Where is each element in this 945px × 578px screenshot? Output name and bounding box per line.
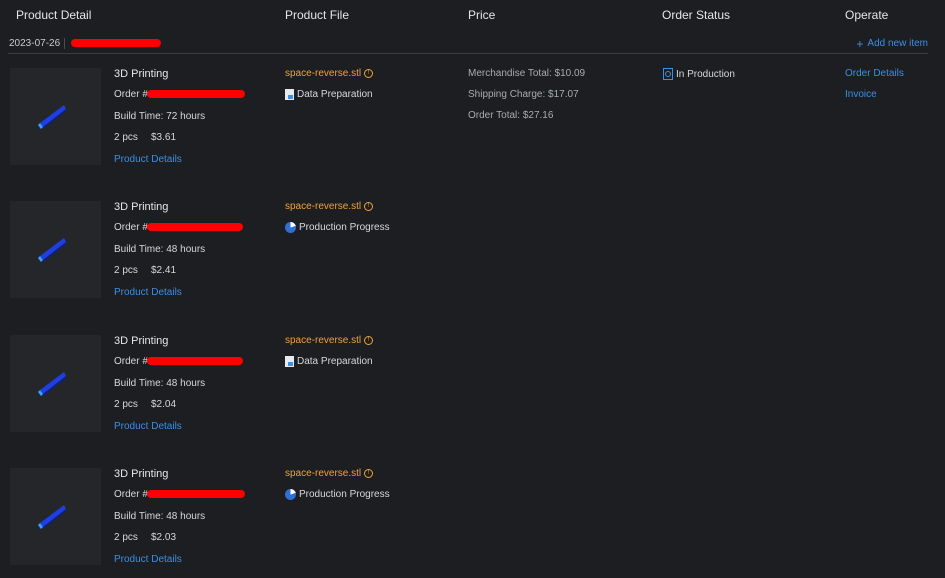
file-name: space-reverse.stl xyxy=(285,68,362,79)
part-model-icon xyxy=(38,505,66,529)
order-status: In Production xyxy=(663,68,735,80)
unit-price: $3.61 xyxy=(151,132,177,143)
product-file-link[interactable]: space-reverse.stl ! xyxy=(285,468,374,479)
operate-actions: Order Details Invoice xyxy=(845,68,904,110)
pie-chart-icon xyxy=(285,489,296,500)
redacted-order-number xyxy=(71,39,161,47)
order-total: Order Total: $27.16 xyxy=(468,110,554,121)
product-details-link[interactable]: Product Details xyxy=(114,154,182,165)
file-status-label: Data Preparation xyxy=(297,89,373,100)
invoice-link[interactable]: Invoice xyxy=(845,89,904,110)
part-model-icon xyxy=(38,238,66,262)
redacted-order-number xyxy=(147,223,243,231)
file-status-label: Production Progress xyxy=(299,222,390,233)
plus-icon: + xyxy=(856,36,864,51)
info-icon[interactable]: ! xyxy=(364,69,374,78)
order-number: Order #: xyxy=(114,222,243,233)
divider xyxy=(64,38,65,49)
order-number: Order #: xyxy=(114,89,245,100)
column-header-order-status: Order Status xyxy=(662,8,731,22)
pie-chart-icon xyxy=(285,222,296,233)
file-status: Data Preparation xyxy=(285,89,373,100)
file-status-label: Production Progress xyxy=(299,489,390,500)
quantity: 2 pcs xyxy=(114,265,138,276)
redacted-order-number xyxy=(147,490,245,498)
quantity: 2 pcs xyxy=(114,132,138,143)
table-row: 3D Printing Order #: Build Time: 72 hour… xyxy=(0,68,945,178)
file-name: space-reverse.stl xyxy=(285,201,362,212)
quantity: 2 pcs xyxy=(114,532,138,543)
redacted-order-number xyxy=(147,90,245,98)
order-number-label: Order #: xyxy=(114,356,151,367)
merchandise-total: Merchandise Total: $10.09 xyxy=(468,68,586,79)
order-status-label: In Production xyxy=(676,68,735,80)
column-header-operate: Operate xyxy=(845,8,889,22)
redacted-order-number xyxy=(147,357,243,365)
part-model-icon xyxy=(38,105,66,129)
product-file-link[interactable]: space-reverse.stl ! xyxy=(285,68,374,79)
product-thumbnail[interactable] xyxy=(10,201,101,298)
order-number: Order #: xyxy=(114,356,243,367)
order-date: 2023-07-26 xyxy=(9,38,61,49)
order-number-label: Order #: xyxy=(114,489,151,500)
product-details-link[interactable]: Product Details xyxy=(114,287,182,298)
add-new-item-button[interactable]: + Add new item xyxy=(856,36,928,51)
document-icon xyxy=(285,356,294,367)
build-time: Build Time: 48 hours xyxy=(114,511,206,522)
file-status: Production Progress xyxy=(285,489,390,500)
unit-price: $2.04 xyxy=(151,399,177,410)
product-title: 3D Printing xyxy=(114,335,169,347)
info-icon[interactable]: ! xyxy=(364,202,374,211)
order-number-label: Order #: xyxy=(114,222,151,233)
product-title: 3D Printing xyxy=(114,468,169,480)
build-time: Build Time: 72 hours xyxy=(114,111,206,122)
order-group-header: 2023-07-26 + Add new item xyxy=(0,30,945,54)
product-thumbnail[interactable] xyxy=(10,335,101,432)
product-title: 3D Printing xyxy=(114,68,169,80)
info-icon[interactable]: ! xyxy=(364,336,374,345)
product-details-link[interactable]: Product Details xyxy=(114,554,182,565)
table-row: 3D Printing Order #: Build Time: 48 hour… xyxy=(0,335,945,445)
order-number: Order #: xyxy=(114,489,245,500)
column-header-price: Price xyxy=(468,8,496,22)
production-status-icon xyxy=(663,68,673,80)
product-thumbnail[interactable] xyxy=(10,468,101,565)
divider xyxy=(8,53,928,54)
file-status: Production Progress xyxy=(285,222,390,233)
build-time: Build Time: 48 hours xyxy=(114,244,206,255)
unit-price: $2.41 xyxy=(151,265,177,276)
unit-price: $2.03 xyxy=(151,532,177,543)
product-title: 3D Printing xyxy=(114,201,169,213)
quantity: 2 pcs xyxy=(114,399,138,410)
price-summary: Merchandise Total: $10.09 Shipping Charg… xyxy=(468,68,585,131)
product-thumbnail[interactable] xyxy=(10,68,101,165)
column-header-product-file: Product File xyxy=(285,8,350,22)
info-icon[interactable]: ! xyxy=(364,469,374,478)
file-status-label: Data Preparation xyxy=(297,356,373,367)
product-file-link[interactable]: space-reverse.stl ! xyxy=(285,335,374,346)
shipping-charge: Shipping Charge: $17.07 xyxy=(468,89,579,100)
product-details-link[interactable]: Product Details xyxy=(114,421,182,432)
build-time: Build Time: 48 hours xyxy=(114,378,206,389)
product-file-link[interactable]: space-reverse.stl ! xyxy=(285,201,374,212)
column-header-product-detail: Product Detail xyxy=(16,8,92,22)
document-icon xyxy=(285,89,294,100)
part-model-icon xyxy=(38,372,66,396)
file-name: space-reverse.stl xyxy=(285,468,362,479)
file-name: space-reverse.stl xyxy=(285,335,362,346)
order-number-label: Order #: xyxy=(114,89,151,100)
table-row: 3D Printing Order #: Build Time: 48 hour… xyxy=(0,468,945,578)
file-status: Data Preparation xyxy=(285,356,373,367)
add-new-item-label: Add new item xyxy=(867,38,928,49)
table-header: Product Detail Product File Price Order … xyxy=(0,0,945,30)
table-row: 3D Printing Order #: Build Time: 48 hour… xyxy=(0,201,945,311)
order-details-link[interactable]: Order Details xyxy=(845,68,904,89)
